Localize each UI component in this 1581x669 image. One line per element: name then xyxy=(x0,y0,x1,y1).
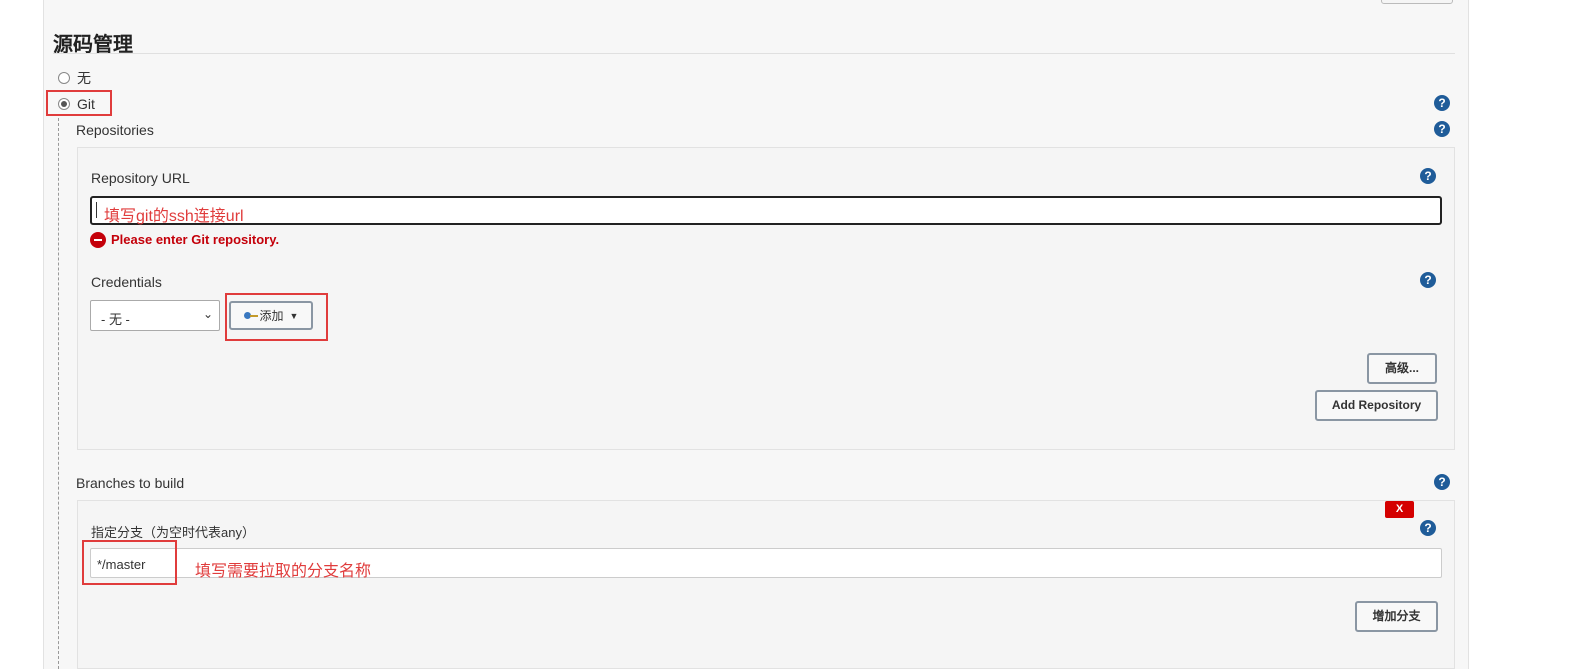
text-caret xyxy=(96,202,97,218)
highlight-git-box xyxy=(46,90,112,116)
error-icon xyxy=(90,232,106,248)
help-icon-branch-spec[interactable]: ? xyxy=(1420,520,1436,536)
radio-none[interactable] xyxy=(58,72,70,84)
help-icon-repository-url[interactable]: ? xyxy=(1420,168,1436,184)
highlight-add-box xyxy=(225,293,328,341)
credentials-select[interactable]: - 无 - ⌄ xyxy=(90,300,220,331)
scm-option-none-label: 无 xyxy=(77,70,91,86)
branches-label: Branches to build xyxy=(76,475,185,491)
repository-url-label: Repository URL xyxy=(91,170,190,186)
git-section-indent-line xyxy=(58,118,59,669)
help-icon-git[interactable]: ? xyxy=(1434,95,1450,111)
top-button-partial[interactable] xyxy=(1381,0,1453,4)
branch-box xyxy=(77,500,1455,669)
repository-error-message: Please enter Git repository. xyxy=(111,232,280,247)
add-branch-button[interactable]: 增加分支 xyxy=(1355,601,1438,632)
add-repository-button[interactable]: Add Repository xyxy=(1315,390,1438,421)
help-icon-branches[interactable]: ? xyxy=(1434,474,1450,490)
delete-branch-button[interactable]: X xyxy=(1385,501,1414,518)
highlight-branch-box xyxy=(82,540,177,585)
branch-spec-label: 指定分支（为空时代表any） xyxy=(91,525,255,540)
credentials-select-value: - 无 - xyxy=(101,312,130,327)
repositories-label: Repositories xyxy=(76,122,154,138)
chevron-down-icon: ⌄ xyxy=(202,307,213,321)
help-icon-repositories[interactable]: ? xyxy=(1434,121,1450,137)
annotation-url-hint: 填写git的ssh连接url xyxy=(104,208,244,225)
annotation-branch-hint: 填写需要拉取的分支名称 xyxy=(195,563,372,580)
section-divider xyxy=(53,53,1455,54)
credentials-label: Credentials xyxy=(91,274,162,290)
advanced-button[interactable]: 高级... xyxy=(1367,353,1437,384)
scm-option-none[interactable]: 无 xyxy=(58,68,91,88)
repository-url-input[interactable] xyxy=(90,196,1442,225)
help-icon-credentials[interactable]: ? xyxy=(1420,272,1436,288)
